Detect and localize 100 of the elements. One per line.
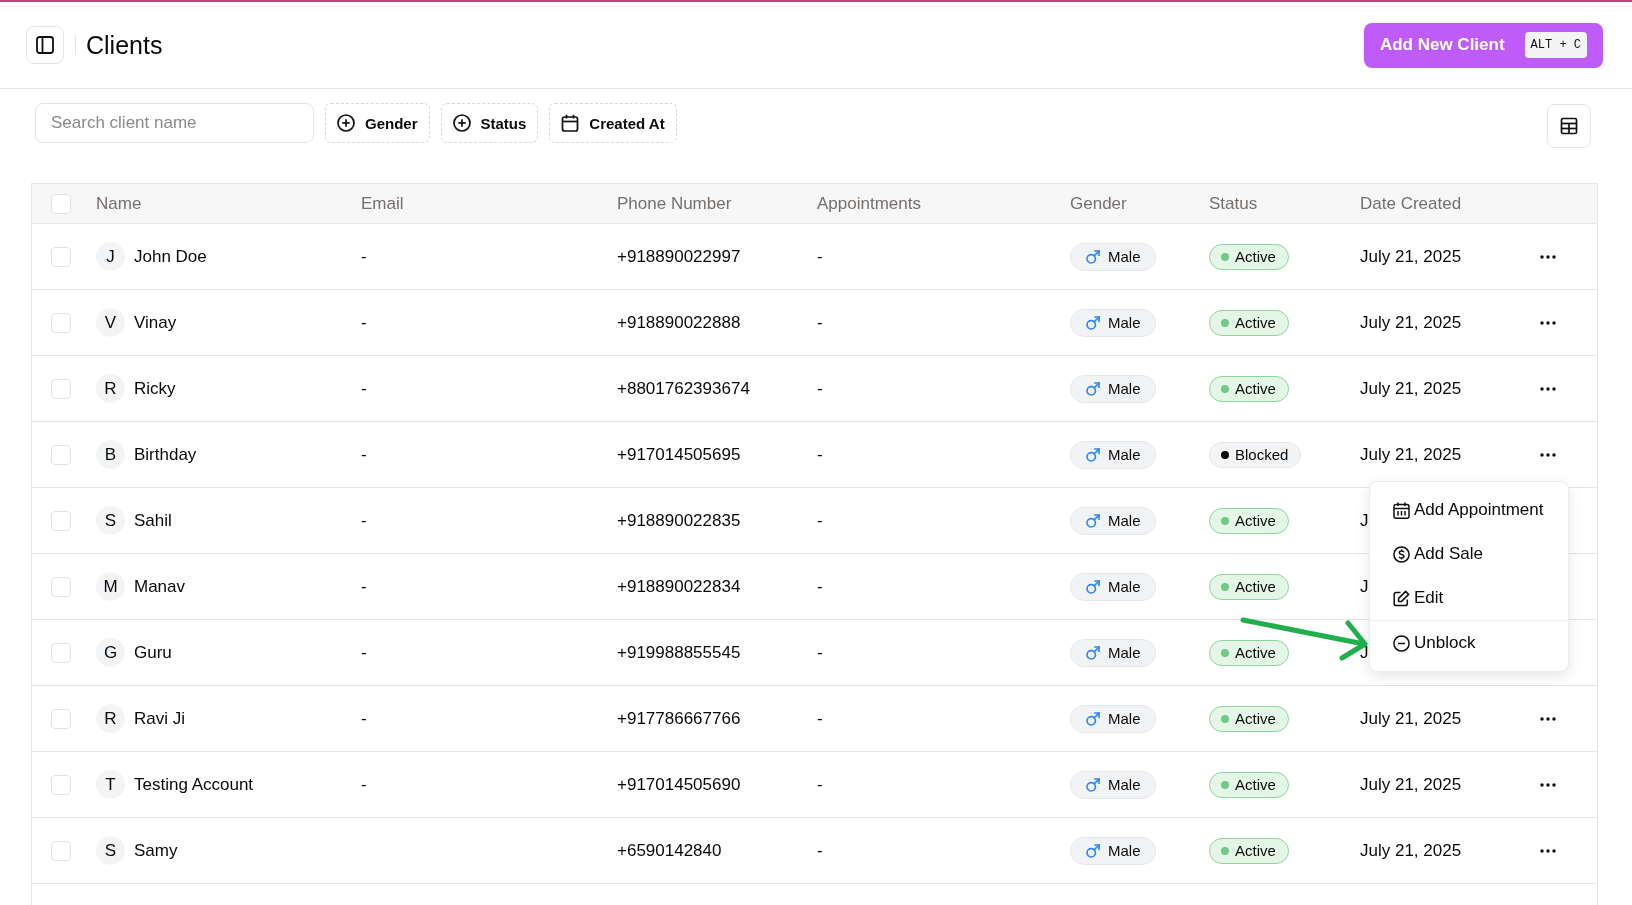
client-name: Ravi Ji bbox=[134, 708, 185, 729]
status-dot-icon bbox=[1221, 384, 1229, 393]
date-created: July 21, 2025 bbox=[1360, 774, 1462, 794]
status-dot-icon bbox=[1221, 516, 1229, 525]
male-icon bbox=[1086, 315, 1100, 330]
menu-item[interactable]: Unblock bbox=[1370, 621, 1568, 665]
male-icon bbox=[1086, 513, 1100, 528]
male-icon bbox=[1086, 777, 1100, 792]
status-dot-icon bbox=[1221, 714, 1229, 723]
menu-item[interactable]: Add Appointment bbox=[1370, 488, 1568, 532]
gender-label: Male bbox=[1108, 512, 1141, 529]
row-checkbox[interactable] bbox=[51, 510, 71, 531]
appointments-value: - bbox=[817, 312, 823, 332]
client-name: John Doe bbox=[134, 246, 207, 267]
male-icon bbox=[1086, 447, 1100, 462]
column-header: Status bbox=[1209, 193, 1258, 213]
gender-label: Male bbox=[1108, 776, 1141, 793]
status-label: Active bbox=[1235, 314, 1276, 331]
phone-number: +8801762393674 bbox=[617, 378, 750, 398]
male-icon bbox=[1086, 645, 1100, 660]
select-all-checkbox[interactable] bbox=[51, 193, 71, 214]
status-label: Active bbox=[1235, 776, 1276, 793]
row-checkbox[interactable] bbox=[51, 246, 71, 267]
calendar-icon bbox=[1393, 501, 1410, 519]
row-checkbox[interactable] bbox=[51, 840, 71, 861]
avatar: B bbox=[96, 440, 125, 469]
phone-number: +918890022997 bbox=[617, 246, 741, 266]
filter-button[interactable]: Created At bbox=[549, 103, 677, 143]
calendar-icon bbox=[561, 114, 580, 132]
minus-circle-icon bbox=[1393, 634, 1410, 652]
gender-label: Male bbox=[1108, 644, 1141, 661]
phone-number: +919988855545 bbox=[617, 642, 741, 662]
gender-label: Male bbox=[1108, 248, 1141, 265]
appointments-value: - bbox=[817, 246, 823, 266]
date-created: J bbox=[1360, 510, 1369, 530]
more-icon bbox=[1540, 782, 1556, 787]
row-checkbox[interactable] bbox=[51, 774, 71, 795]
date-created: July 21, 2025 bbox=[1360, 312, 1462, 332]
column-header: Phone Number bbox=[617, 193, 732, 213]
column-header: Appointments bbox=[817, 193, 921, 213]
row-checkbox[interactable] bbox=[51, 642, 71, 663]
table-view-button[interactable] bbox=[1547, 104, 1591, 148]
email-value: - bbox=[361, 246, 367, 266]
phone-number: +918890022835 bbox=[617, 510, 741, 530]
avatar: J bbox=[96, 242, 125, 271]
more-icon bbox=[1540, 320, 1556, 325]
phone-number: +6590142840 bbox=[617, 840, 722, 860]
column-header: Name bbox=[96, 193, 142, 213]
table-icon bbox=[1560, 117, 1578, 135]
client-name: Birthday bbox=[134, 444, 197, 465]
row-checkbox[interactable] bbox=[51, 576, 71, 597]
row-checkbox[interactable] bbox=[51, 708, 71, 729]
gender-label: Male bbox=[1108, 710, 1141, 727]
client-name: Manav bbox=[134, 576, 186, 597]
menu-item[interactable]: Edit bbox=[1370, 576, 1568, 620]
appointments-value: - bbox=[817, 444, 823, 464]
appointments-value: - bbox=[817, 378, 823, 398]
appointments-value: - bbox=[817, 642, 823, 662]
date-created: July 21, 2025 bbox=[1360, 708, 1462, 728]
avatar: R bbox=[96, 374, 125, 403]
column-header: Email bbox=[361, 193, 404, 213]
status-dot-icon bbox=[1221, 318, 1229, 327]
more-icon bbox=[1540, 452, 1556, 457]
row-checkbox[interactable] bbox=[51, 378, 71, 399]
status-label: Active bbox=[1235, 644, 1276, 661]
status-dot-icon bbox=[1221, 582, 1229, 591]
phone-number: +917014505690 bbox=[617, 774, 741, 794]
male-icon bbox=[1086, 711, 1100, 726]
gender-label: Male bbox=[1108, 314, 1141, 331]
client-name: Ricky bbox=[134, 378, 176, 399]
gender-label: Male bbox=[1108, 380, 1141, 397]
filter-button[interactable]: Status bbox=[440, 103, 539, 143]
email-value: - bbox=[361, 708, 367, 728]
male-icon bbox=[1086, 579, 1100, 594]
filter-button[interactable]: Gender bbox=[325, 103, 430, 143]
client-name: Samy bbox=[134, 840, 178, 861]
column-header: Gender bbox=[1070, 193, 1127, 213]
phone-number: +917786667766 bbox=[617, 708, 741, 728]
date-created: July 21, 2025 bbox=[1360, 840, 1462, 860]
appointments-value: - bbox=[817, 840, 823, 860]
page-title: Clients bbox=[86, 30, 163, 60]
status-label: Active bbox=[1235, 248, 1276, 265]
row-checkbox[interactable] bbox=[51, 312, 71, 333]
email-value: - bbox=[361, 774, 367, 794]
search-field[interactable]: Search client name bbox=[35, 103, 314, 143]
gender-label: Male bbox=[1108, 578, 1141, 595]
row-checkbox[interactable] bbox=[51, 444, 71, 465]
male-icon bbox=[1086, 249, 1100, 264]
phone-number: +918890022834 bbox=[617, 576, 741, 596]
sidebar-toggle-button[interactable] bbox=[26, 26, 64, 64]
phone-number: +917014505695 bbox=[617, 444, 741, 464]
add-client-button[interactable]: Add New Client ALT + C bbox=[1363, 22, 1603, 68]
email-value: - bbox=[361, 444, 367, 464]
avatar: T bbox=[96, 770, 125, 799]
more-icon bbox=[1540, 848, 1556, 853]
date-created: J bbox=[1360, 576, 1369, 596]
status-dot-icon bbox=[1221, 252, 1229, 261]
menu-item[interactable]: Add Sale bbox=[1370, 532, 1568, 576]
status-label: Active bbox=[1235, 512, 1276, 529]
client-name: Testing Account bbox=[134, 774, 254, 795]
